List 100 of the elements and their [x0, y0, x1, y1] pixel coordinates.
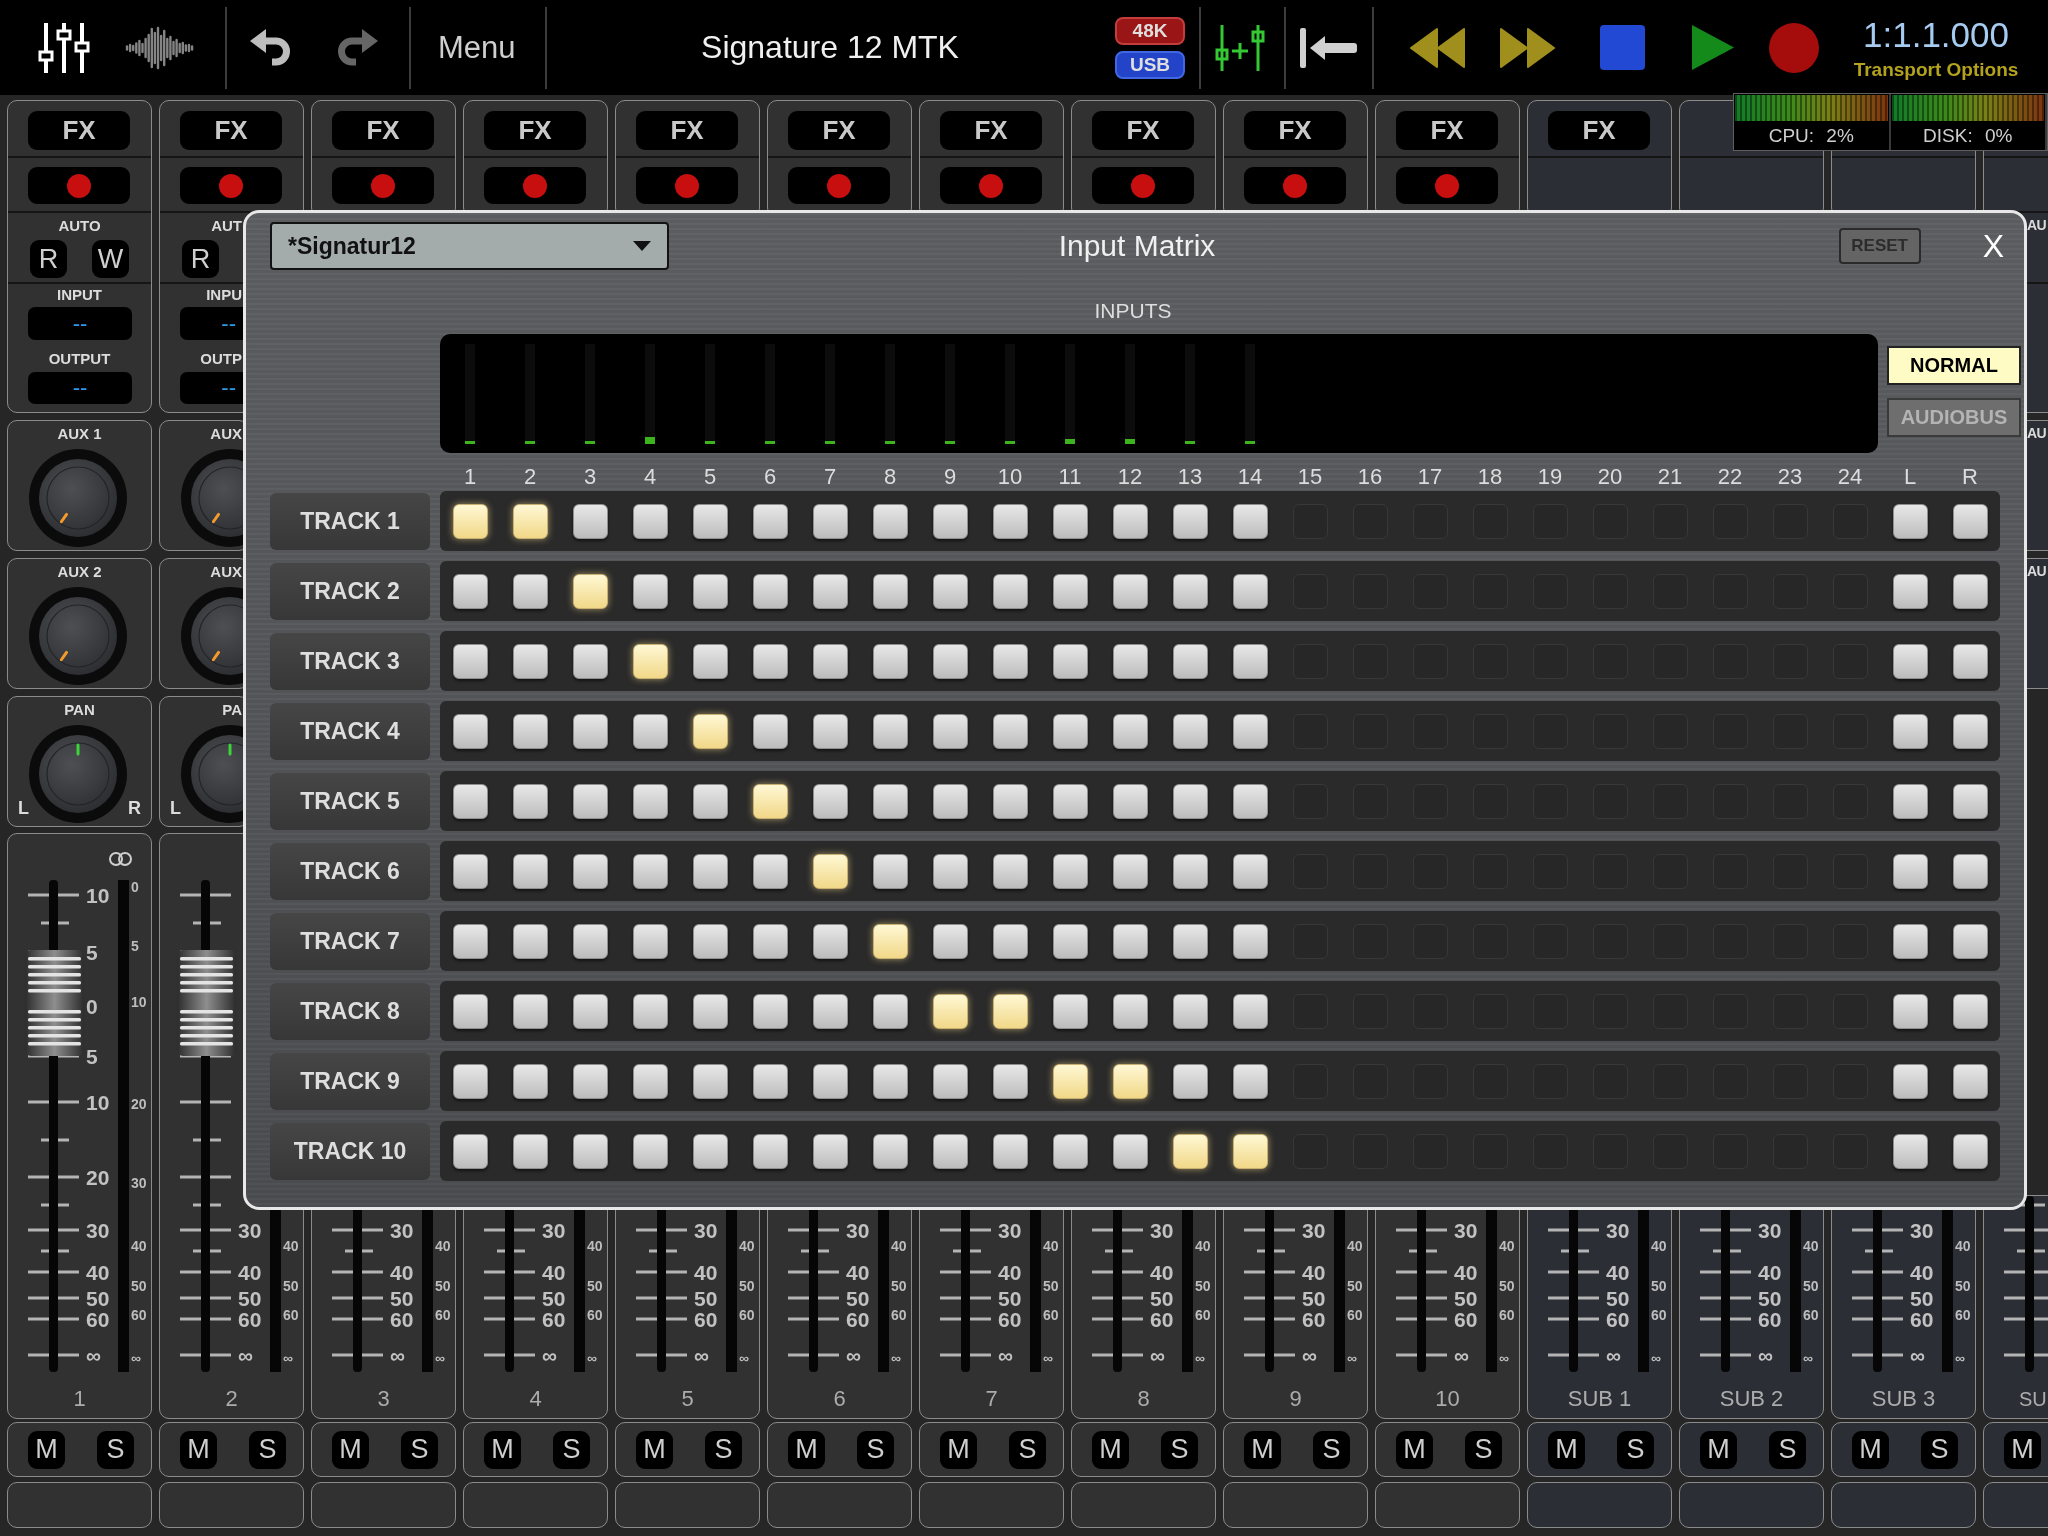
routing-cell[interactable] [1052, 993, 1088, 1029]
fader-thumb[interactable] [177, 950, 236, 1056]
routing-cell[interactable] [692, 1133, 728, 1169]
routing-cell[interactable] [1232, 923, 1268, 959]
record-arm-button[interactable] [484, 167, 586, 204]
routing-cell[interactable] [1952, 643, 1988, 679]
fx-button[interactable]: FX [1092, 111, 1194, 150]
routing-cell[interactable] [872, 993, 908, 1029]
routing-cell[interactable] [1052, 783, 1088, 819]
routing-cell[interactable] [512, 713, 548, 749]
output-selector[interactable]: -- [28, 372, 132, 404]
routing-cell[interactable] [512, 1133, 548, 1169]
routing-cell[interactable] [572, 923, 608, 959]
routing-cell[interactable] [452, 1063, 488, 1099]
routing-cell[interactable] [932, 993, 968, 1029]
routing-cell[interactable] [512, 923, 548, 959]
routing-cell[interactable] [1952, 783, 1988, 819]
routing-cell[interactable] [1172, 1133, 1208, 1169]
routing-cell[interactable] [1232, 1063, 1268, 1099]
routing-cell[interactable] [1172, 853, 1208, 889]
mute-button[interactable]: M [1852, 1430, 1889, 1469]
mute-button[interactable]: M [1244, 1430, 1281, 1469]
mute-button[interactable]: M [1396, 1430, 1433, 1469]
mixer-icon[interactable] [38, 21, 90, 74]
routing-cell[interactable] [932, 783, 968, 819]
routing-cell[interactable] [1892, 503, 1928, 539]
fx-button[interactable]: FX [940, 111, 1042, 150]
routing-cell[interactable] [812, 1063, 848, 1099]
routing-cell[interactable] [992, 923, 1028, 959]
mute-button[interactable]: M [788, 1430, 825, 1469]
routing-cell[interactable] [1892, 853, 1928, 889]
fx-button[interactable]: FX [1396, 111, 1498, 150]
routing-cell[interactable] [752, 713, 788, 749]
routing-cell[interactable] [1232, 783, 1268, 819]
routing-cell[interactable] [1172, 713, 1208, 749]
routing-cell[interactable] [452, 783, 488, 819]
routing-cell[interactable] [1892, 993, 1928, 1029]
fx-button[interactable]: FX [1244, 111, 1346, 150]
routing-cell[interactable] [1052, 573, 1088, 609]
routing-cell[interactable] [452, 993, 488, 1029]
routing-cell[interactable] [512, 993, 548, 1029]
routing-cell[interactable] [572, 643, 608, 679]
fast-forward-icon[interactable] [1500, 27, 1555, 68]
routing-cell[interactable] [812, 783, 848, 819]
mode-button[interactable]: NORMAL [1887, 346, 2021, 385]
solo-button[interactable]: S [553, 1430, 590, 1469]
routing-cell[interactable] [1112, 573, 1148, 609]
routing-cell[interactable] [692, 503, 728, 539]
routing-cell[interactable] [692, 643, 728, 679]
routing-cell[interactable] [932, 1133, 968, 1169]
record-arm-button[interactable] [940, 167, 1042, 204]
record-arm-button[interactable] [28, 167, 130, 204]
routing-cell[interactable] [1052, 923, 1088, 959]
routing-cell[interactable] [752, 853, 788, 889]
routing-cell[interactable] [1112, 783, 1148, 819]
routing-cell[interactable] [692, 853, 728, 889]
routing-cell[interactable] [812, 993, 848, 1029]
rewind-icon[interactable] [1410, 27, 1465, 68]
routing-cell[interactable] [1052, 853, 1088, 889]
mute-button[interactable]: M [940, 1430, 977, 1469]
routing-cell[interactable] [932, 643, 968, 679]
routing-cell[interactable] [752, 503, 788, 539]
routing-cell[interactable] [992, 783, 1028, 819]
transport-options-link[interactable]: Transport Options [1853, 57, 2019, 82]
routing-cell[interactable] [572, 573, 608, 609]
fx-button[interactable]: FX [332, 111, 434, 150]
routing-cell[interactable] [872, 1133, 908, 1169]
routing-cell[interactable] [872, 713, 908, 749]
routing-cell[interactable] [1172, 503, 1208, 539]
menu-button[interactable]: Menu [438, 29, 528, 66]
solo-button[interactable]: S [705, 1430, 742, 1469]
waveform-icon[interactable] [124, 25, 196, 70]
mute-button[interactable]: M [332, 1430, 369, 1469]
routing-cell[interactable] [572, 853, 608, 889]
mute-button[interactable]: M [484, 1430, 521, 1469]
routing-cell[interactable] [632, 853, 668, 889]
routing-cell[interactable] [992, 1063, 1028, 1099]
routing-cell[interactable] [992, 573, 1028, 609]
routing-cell[interactable] [1952, 573, 1988, 609]
routing-cell[interactable] [1892, 923, 1928, 959]
routing-cell[interactable] [812, 1133, 848, 1169]
routing-cell[interactable] [812, 713, 848, 749]
solo-button[interactable]: S [1617, 1430, 1654, 1469]
routing-cell[interactable] [452, 713, 488, 749]
record-arm-button[interactable] [1396, 167, 1498, 204]
routing-cell[interactable] [572, 1133, 608, 1169]
routing-cell[interactable] [1052, 503, 1088, 539]
mute-button[interactable]: M [2004, 1430, 2041, 1469]
solo-button[interactable]: S [1465, 1430, 1502, 1469]
routing-cell[interactable] [1112, 1133, 1148, 1169]
fader-track[interactable] [2025, 1196, 2034, 1372]
routing-cell[interactable] [572, 993, 608, 1029]
read-button[interactable]: R [182, 240, 219, 278]
routing-cell[interactable] [692, 713, 728, 749]
play-icon[interactable] [1692, 25, 1734, 70]
solo-button[interactable]: S [1161, 1430, 1198, 1469]
routing-cell[interactable] [1232, 993, 1268, 1029]
record-arm-button[interactable] [1092, 167, 1194, 204]
fx-button[interactable]: FX [1548, 111, 1650, 150]
routing-cell[interactable] [812, 853, 848, 889]
